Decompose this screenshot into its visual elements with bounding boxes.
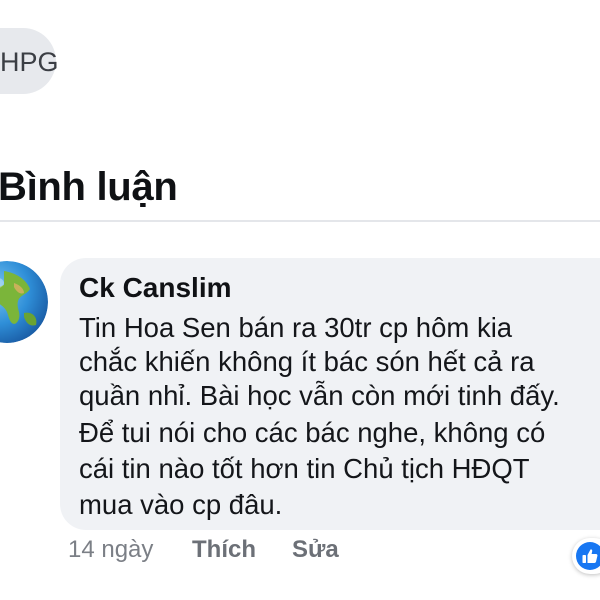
section-divider (0, 220, 600, 222)
comment-text-line: Tin Hoa Sen bán ra 30tr cp hôm kia (79, 312, 513, 343)
comment-author[interactable]: Ck Canslim (79, 271, 232, 305)
hashtag-label[interactable]: HPG (0, 47, 59, 77)
reaction-summary[interactable] (572, 538, 600, 574)
like-reaction-badge (576, 542, 600, 570)
edit-button[interactable]: Sửa (292, 535, 339, 565)
comment-text-line: Để tui nói cho các bác nghe, không có (79, 417, 546, 448)
globe-icon (0, 261, 48, 343)
comment-text-line: mua vào cp đâu. (79, 489, 283, 520)
comment-timestamp[interactable]: 14 ngày (68, 535, 153, 565)
comment-text-line: cái tin nào tốt hơn tin Chủ tịch HĐQT (79, 453, 530, 484)
like-button[interactable]: Thích (192, 535, 256, 565)
comments-section-title: Bình luận (0, 165, 178, 209)
comment-text-line: quần nhỉ. Bài học vẫn còn mới tinh đấy. (79, 380, 560, 411)
like-thumb-icon (582, 549, 598, 563)
comments-page: HPG Bình luận Ck Canslim Tin Hoa Sen bán… (0, 0, 600, 600)
avatar[interactable] (0, 261, 48, 343)
comment-text-line: chắc khiến không ít bác són hết cả ra (79, 346, 535, 377)
